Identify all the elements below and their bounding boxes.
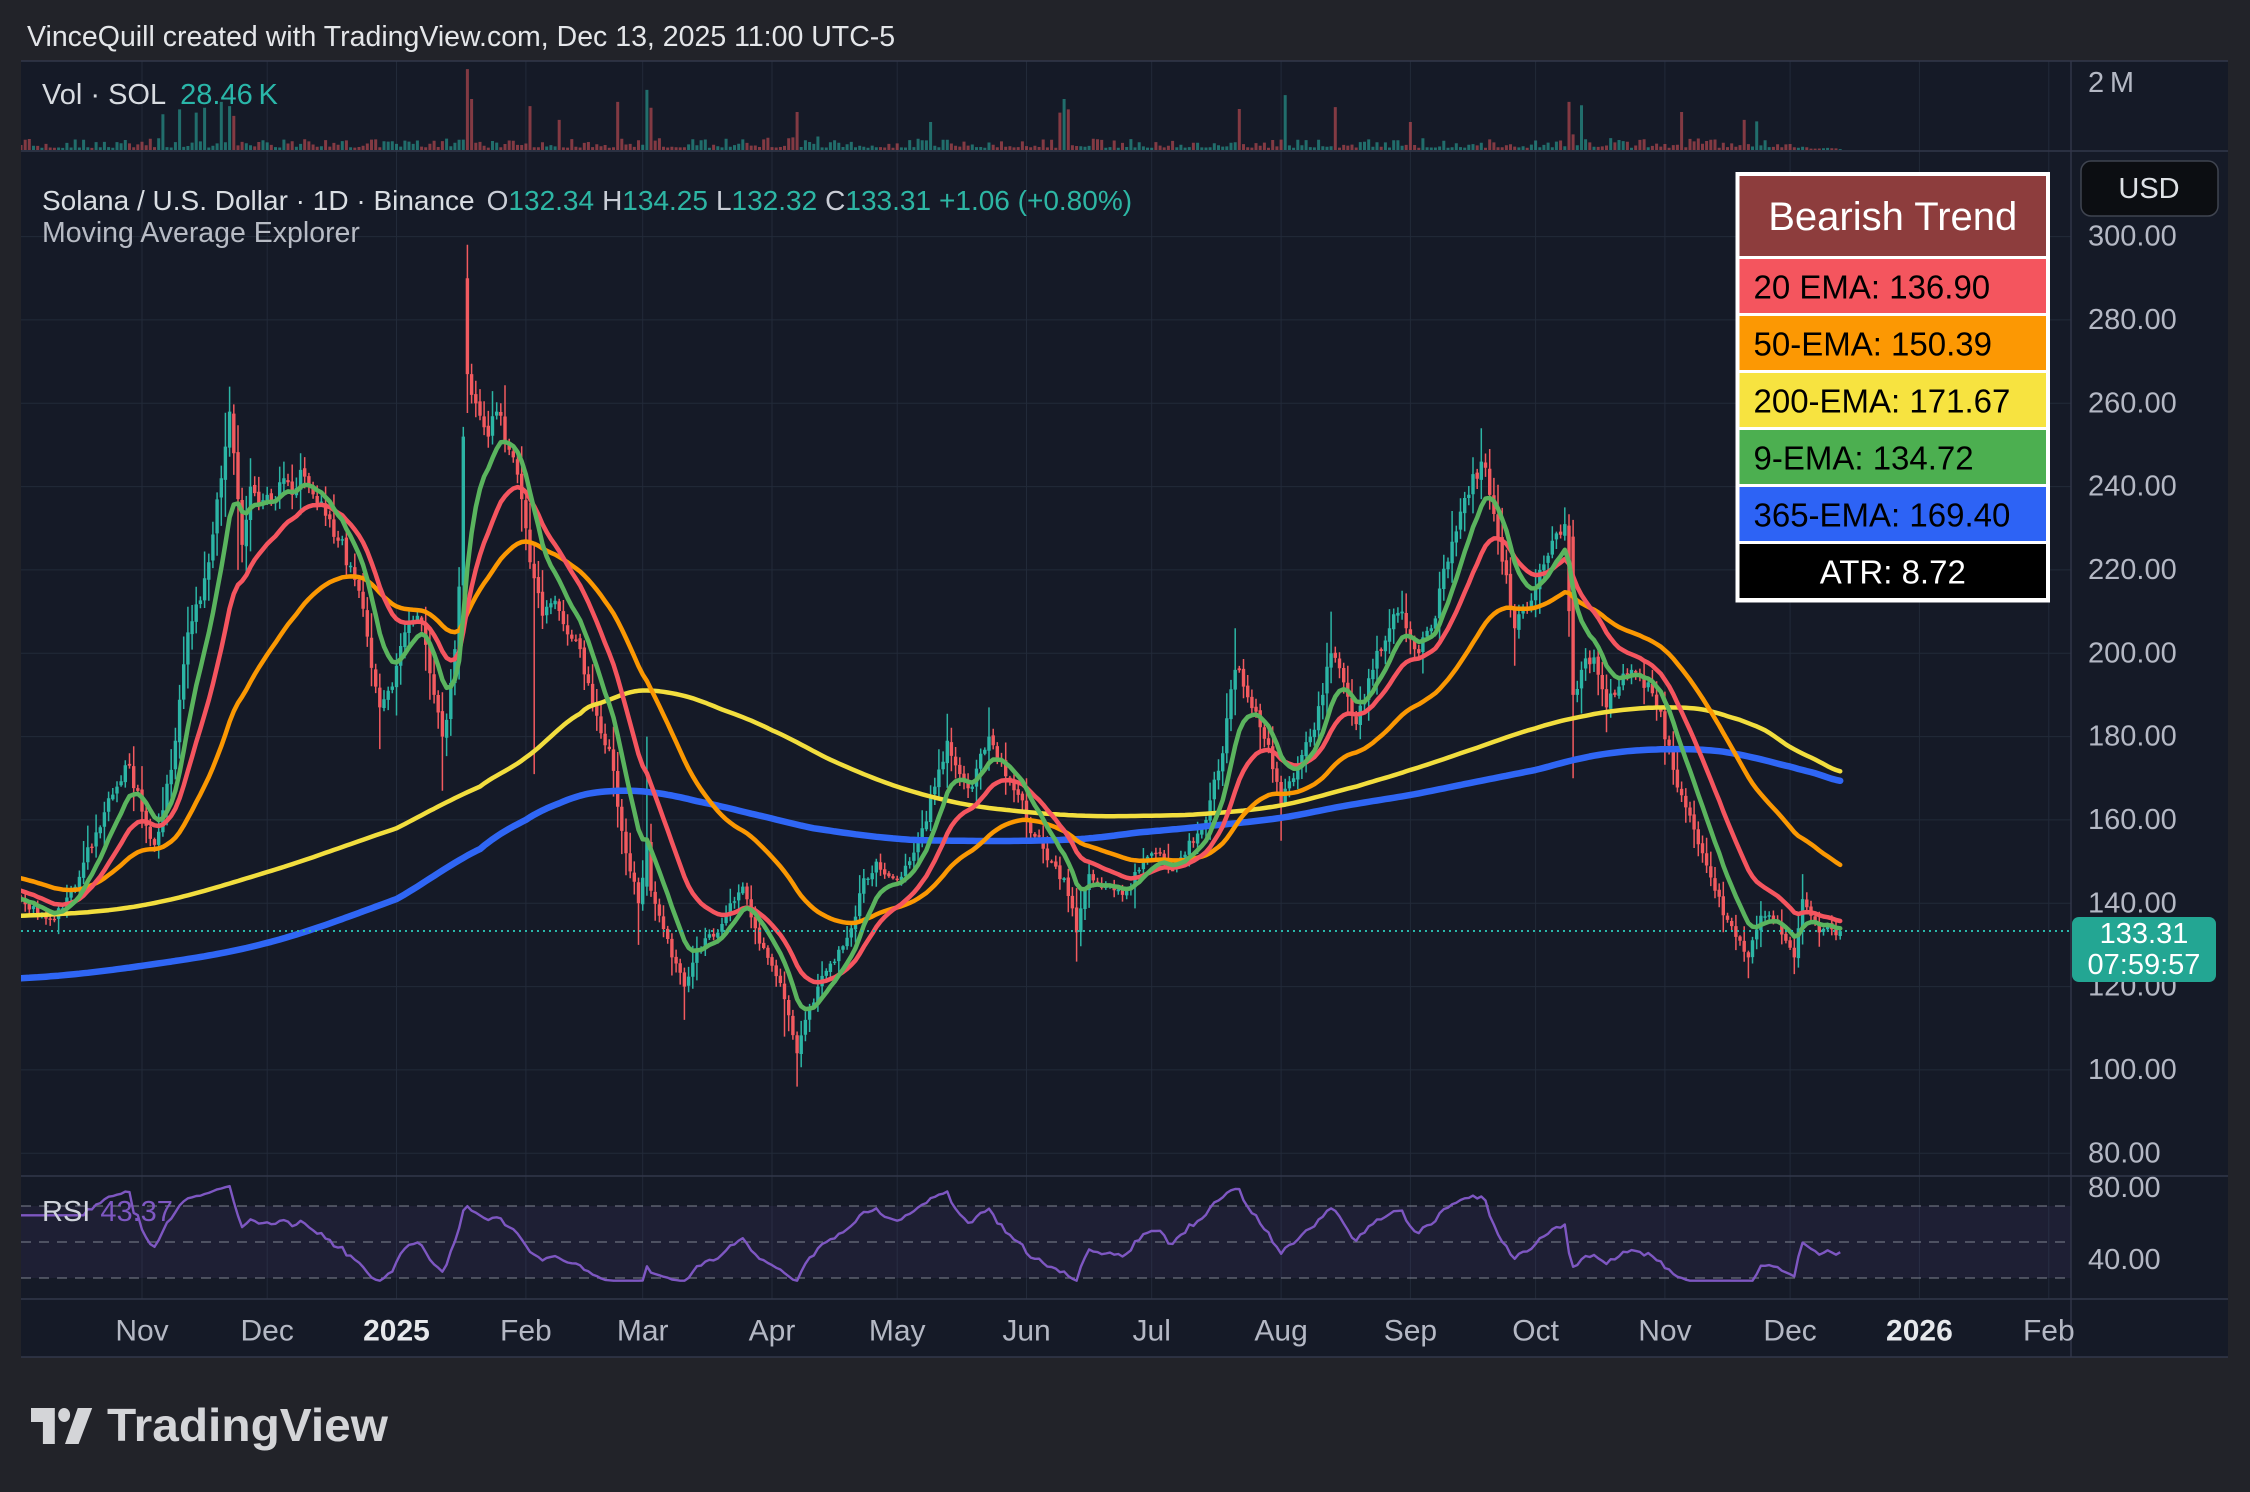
svg-text:Jul: Jul (1133, 1315, 1171, 1348)
svg-text:280.00: 280.00 (2088, 304, 2177, 336)
svg-text:Solana / U.S. Dollar · 1D · Bi: Solana / U.S. Dollar · 1D · BinanceO132.… (42, 185, 1132, 216)
svg-text:Nov: Nov (1638, 1315, 1691, 1348)
svg-text:Mar: Mar (617, 1315, 669, 1348)
svg-text:Moving Average Explorer: Moving Average Explorer (42, 217, 360, 249)
svg-text:50-EMA: 150.39: 50-EMA: 150.39 (1754, 326, 1992, 363)
svg-text:2 M: 2 M (2088, 67, 2134, 99)
svg-text:220.00: 220.00 (2088, 554, 2177, 586)
svg-text:Oct: Oct (1512, 1315, 1559, 1348)
svg-text:VinceQuill created with Tradin: VinceQuill created with TradingView.com,… (27, 21, 895, 53)
svg-text:ATR: 8.72: ATR: 8.72 (1820, 554, 1966, 591)
svg-text:100.00: 100.00 (2088, 1054, 2177, 1086)
svg-text:Dec: Dec (241, 1315, 294, 1348)
svg-text:Apr: Apr (749, 1315, 796, 1348)
svg-text:Vol · SOL28.46 K: Vol · SOL28.46 K (42, 79, 279, 111)
svg-text:07:59:57: 07:59:57 (2088, 949, 2201, 981)
svg-text:133.31: 133.31 (2100, 918, 2189, 950)
svg-text:Nov: Nov (115, 1315, 168, 1348)
svg-text:80.00: 80.00 (2088, 1137, 2161, 1169)
svg-text:300.00: 300.00 (2088, 221, 2177, 253)
svg-text:200.00: 200.00 (2088, 637, 2177, 669)
svg-text:365-EMA: 169.40: 365-EMA: 169.40 (1754, 497, 2011, 534)
svg-text:Feb: Feb (2023, 1315, 2075, 1348)
svg-text:180.00: 180.00 (2088, 721, 2177, 753)
svg-text:Jun: Jun (1002, 1315, 1050, 1348)
svg-text:RSI43.37: RSI43.37 (42, 1196, 173, 1228)
svg-text:40.00: 40.00 (2088, 1244, 2161, 1276)
svg-text:USD: USD (2118, 173, 2179, 205)
svg-text:TradingView: TradingView (107, 1399, 388, 1451)
svg-text:Sep: Sep (1384, 1315, 1437, 1348)
svg-text:Bearish Trend: Bearish Trend (1768, 195, 2017, 239)
svg-text:Dec: Dec (1763, 1315, 1816, 1348)
svg-text:Aug: Aug (1254, 1315, 1307, 1348)
svg-text:2025: 2025 (363, 1315, 430, 1348)
svg-text:160.00: 160.00 (2088, 804, 2177, 836)
svg-text:Feb: Feb (500, 1315, 552, 1348)
svg-text:240.00: 240.00 (2088, 471, 2177, 503)
svg-text:2026: 2026 (1886, 1315, 1953, 1348)
svg-text:260.00: 260.00 (2088, 387, 2177, 419)
svg-text:140.00: 140.00 (2088, 887, 2177, 919)
svg-text:May: May (869, 1315, 926, 1348)
svg-text:9-EMA: 134.72: 9-EMA: 134.72 (1754, 440, 1974, 477)
svg-text:80.00: 80.00 (2088, 1172, 2161, 1204)
svg-text:200-EMA: 171.67: 200-EMA: 171.67 (1754, 383, 2011, 420)
svg-text:20 EMA: 136.90: 20 EMA: 136.90 (1754, 269, 1991, 306)
